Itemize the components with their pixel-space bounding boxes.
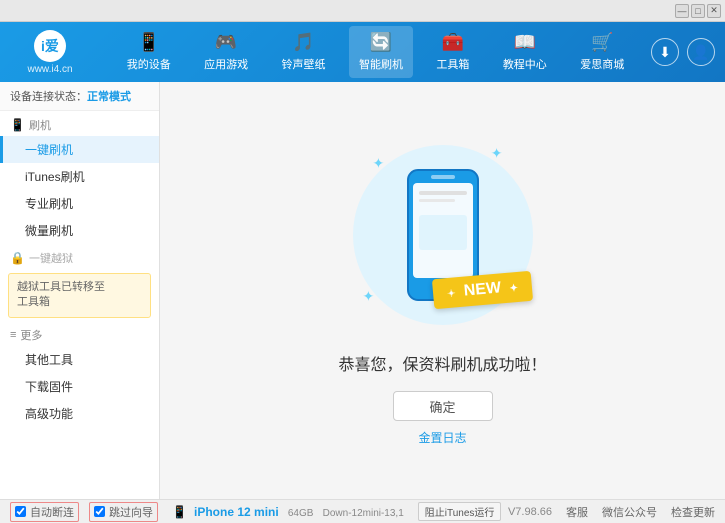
stop-itunes-btn[interactable]: 阻止iTunes运行 (418, 502, 502, 521)
status-label: 设备连接状态： (10, 91, 87, 103)
shop-label: 爱思商城 (580, 56, 624, 72)
version: V7.98.66 (508, 506, 552, 518)
small-label: 微量刷机 (25, 224, 73, 238)
sparkle-2: ✦ (491, 145, 503, 162)
sidebar-download-firmware[interactable]: 下载固件 (0, 373, 159, 400)
device-info: 📱 iPhone 12 mini 64GB Down-12mini-13,1 (172, 505, 404, 519)
other-tools-label: 其他工具 (25, 353, 73, 367)
sidebar-advanced[interactable]: 高级功能 (0, 400, 159, 427)
my-device-label: 我的设备 (127, 56, 171, 72)
ringtone-icon: 🎵 (292, 32, 314, 53)
notice-text: 越狱工具已转移至工具箱 (17, 281, 105, 308)
sparkle-1: ✦ (373, 155, 385, 172)
nav-smart-flash[interactable]: 🔄 智能刷机 (349, 26, 413, 78)
skip-wizard-label: 跳过向导 (109, 504, 153, 520)
nav-shop[interactable]: 🛒 爱思商城 (570, 26, 634, 78)
sidebar-itunes-flash[interactable]: iTunes刷机 (0, 163, 159, 190)
device-name: iPhone 12 mini (194, 505, 279, 519)
my-device-icon: 📱 (137, 32, 159, 53)
sparkle-3: ✦ (363, 288, 375, 305)
more-label: 更多 (20, 327, 42, 343)
nav-items: 📱 我的设备 🎮 应用游戏 🎵 铃声壁纸 🔄 智能刷机 🧰 工具箱 📖 教程中心… (100, 22, 651, 82)
more-icon: ≡ (10, 329, 16, 341)
sidebar-one-click-flash[interactable]: 一键刷机 (0, 136, 159, 163)
flash-section[interactable]: 📱 刷机 (0, 111, 159, 136)
status-bar: 设备连接状态：正常模式 (0, 82, 159, 111)
toolbox-label: 工具箱 (436, 56, 469, 72)
checkbox-group-auto: 自动断连 (10, 502, 79, 522)
confirm-button[interactable]: 确定 (393, 391, 493, 421)
close-btn[interactable]: ✕ (707, 4, 721, 18)
user-btn[interactable]: 👤 (687, 38, 715, 66)
pro-label: 专业刷机 (25, 197, 73, 211)
sidebar-small-flash[interactable]: 微量刷机 (0, 217, 159, 244)
phone-illustration: ✦ ✦ ✦ NEW (343, 135, 543, 335)
customer-service-link[interactable]: 客服 (566, 504, 588, 520)
minimize-btn[interactable]: — (675, 4, 689, 18)
logo-circle: i爱 (34, 30, 66, 62)
jailbreak-notice: 越狱工具已转移至工具箱 (8, 273, 151, 318)
nav-apps-games[interactable]: 🎮 应用游戏 (194, 26, 258, 78)
smart-flash-icon: 🔄 (370, 32, 392, 53)
tutorial-icon: 📖 (514, 32, 536, 53)
tutorial-label: 教程中心 (503, 56, 547, 72)
one-click-label: 一键刷机 (25, 143, 73, 157)
apps-label: 应用游戏 (204, 56, 248, 72)
jailbreak-section: 🔒 一键越狱 (0, 244, 159, 269)
bottom-bar: 自动断连 跳过向导 📱 iPhone 12 mini 64GB Down-12m… (0, 499, 725, 523)
sidebar-pro-flash[interactable]: 专业刷机 (0, 190, 159, 217)
wechat-link[interactable]: 微信公众号 (602, 504, 657, 520)
bottom-right: V7.98.66 客服 微信公众号 检查更新 (508, 504, 715, 520)
ringtone-label: 铃声壁纸 (282, 56, 326, 72)
sidebar-other-tools[interactable]: 其他工具 (0, 346, 159, 373)
header-right: ⬇ 👤 (651, 38, 725, 66)
smart-flash-label: 智能刷机 (359, 56, 403, 72)
sidebar: 设备连接状态：正常模式 📱 刷机 一键刷机 iTunes刷机 专业刷机 微量刷机… (0, 82, 160, 499)
flash-section-icon: 📱 (10, 118, 25, 132)
logo-symbol: i爱 (41, 36, 59, 56)
checkbox-group-skip: 跳过向导 (89, 502, 158, 522)
device-firmware: Down-12mini-13,1 (323, 508, 404, 519)
logo-site: www.i4.cn (27, 64, 72, 75)
status-value: 正常模式 (87, 91, 131, 103)
shop-icon: 🛒 (591, 32, 613, 53)
new-badge-text: NEW (464, 279, 503, 299)
apps-icon: 🎮 (215, 32, 237, 53)
auto-close-checkbox[interactable] (15, 506, 26, 517)
retry-link[interactable]: 金置日志 (418, 429, 466, 446)
jailbreak-label: 一键越狱 (29, 250, 73, 266)
success-message: 恭喜您，保资料刷机成功啦！ (338, 351, 546, 375)
download-btn[interactable]: ⬇ (651, 38, 679, 66)
skip-wizard-checkbox[interactable] (94, 506, 105, 517)
device-icon: 📱 (172, 505, 187, 519)
download-firmware-label: 下载固件 (25, 380, 73, 394)
bottom-left: 自动断连 跳过向导 📱 iPhone 12 mini 64GB Down-12m… (10, 502, 501, 522)
itunes-label: iTunes刷机 (25, 170, 85, 184)
check-update-link[interactable]: 检查更新 (671, 504, 715, 520)
main-area: 设备连接状态：正常模式 📱 刷机 一键刷机 iTunes刷机 专业刷机 微量刷机… (0, 82, 725, 499)
advanced-label: 高级功能 (25, 407, 73, 421)
title-bar: — □ ✕ (0, 0, 725, 22)
logo-area: i爱 www.i4.cn (0, 22, 100, 82)
more-section: ≡ 更多 (0, 322, 159, 346)
nav-toolbox[interactable]: 🧰 工具箱 (426, 26, 479, 78)
content-area: ✦ ✦ ✦ NEW 恭喜您，保资料刷 (160, 82, 725, 499)
flash-section-label: 刷机 (29, 117, 51, 133)
toolbox-icon: 🧰 (442, 32, 464, 53)
lock-icon: 🔒 (10, 251, 25, 265)
header: i爱 www.i4.cn 📱 我的设备 🎮 应用游戏 🎵 铃声壁纸 🔄 智能刷机… (0, 22, 725, 82)
auto-close-label: 自动断连 (30, 504, 74, 520)
device-capacity: 64GB (288, 508, 314, 519)
maximize-btn[interactable]: □ (691, 4, 705, 18)
nav-tutorial[interactable]: 📖 教程中心 (493, 26, 557, 78)
nav-my-device[interactable]: 📱 我的设备 (117, 26, 181, 78)
nav-ringtones[interactable]: 🎵 铃声壁纸 (272, 26, 336, 78)
